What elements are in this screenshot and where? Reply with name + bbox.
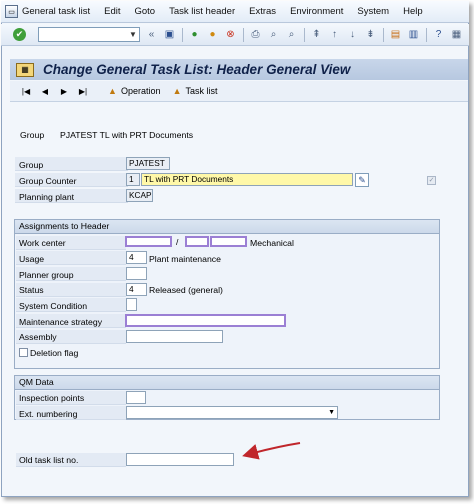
chevron-down-icon[interactable]: ▼ [127, 28, 139, 41]
menu-help[interactable]: Help [403, 6, 423, 17]
header-checkbox: ✓ [427, 176, 436, 185]
shortcut-icon[interactable]: ▥ [407, 28, 420, 41]
planning-plant-label: Planning plant [19, 192, 75, 202]
inspection-points-field[interactable] [126, 391, 146, 404]
menu-task-list-header[interactable]: Task list header [169, 6, 235, 17]
header-group-label: Group [20, 130, 45, 140]
last-record-icon[interactable]: ▶| [77, 87, 89, 96]
status-label: Status [19, 285, 44, 295]
assembly-label: Assembly [19, 332, 57, 342]
menu-extras[interactable]: Extras [249, 6, 276, 17]
group-counter-label: Group Counter [19, 176, 77, 186]
work-center-label: Work center [19, 238, 66, 248]
cancel-icon[interactable]: ⊗ [224, 28, 237, 41]
print-icon[interactable]: ⎙ [249, 28, 262, 41]
task-list-icon: ▦ [16, 62, 34, 77]
menu-system[interactable]: System [357, 6, 389, 17]
main-content: Group PJATEST TL with PRT Documents Grou… [10, 103, 468, 496]
planner-group-field[interactable] [126, 267, 147, 280]
new-session-icon[interactable]: ▤ [389, 28, 402, 41]
next-page-icon[interactable]: ↓ [346, 28, 359, 41]
back-icon[interactable]: ● [188, 28, 201, 41]
ext-numbering-label: Ext. numbering [19, 409, 78, 419]
work-center-text: Mechanical [250, 238, 294, 248]
assignments-group-title: Assignments to Header [15, 220, 439, 234]
menu-goto[interactable]: Goto [135, 6, 156, 17]
operation-button-label: Operation [121, 86, 161, 96]
usage-text: Plant maintenance [149, 254, 221, 264]
toolbar-separator [243, 27, 244, 42]
screen-title-bar: ▦ Change General Task List: Header Gener… [10, 59, 468, 80]
old-task-list-label: Old task list no. [19, 455, 79, 465]
toolbar-separator [182, 27, 183, 42]
group-label: Group [19, 160, 44, 170]
deletion-flag-label: Deletion flag [30, 348, 79, 358]
application-toolbar: |◀ ◀ ▶ ▶| ▲ Operation ▲ Task list [10, 81, 468, 102]
last-page-icon[interactable]: ⇟ [364, 28, 377, 41]
toolbar-separator [304, 27, 305, 42]
menu-environment[interactable]: Environment [290, 6, 343, 17]
assembly-field[interactable] [126, 330, 223, 343]
save-icon[interactable]: ▣ [163, 28, 176, 41]
task-list-button-label: Task list [185, 86, 218, 96]
mountain-icon: ▲ [172, 85, 182, 96]
system-condition-label: System Condition [19, 301, 88, 311]
menu-bar: ▭ General task list Edit Goto Task list … [1, 1, 469, 23]
status-field[interactable]: 4 [126, 283, 147, 296]
maintenance-strategy-label: Maintenance strategy [19, 317, 103, 327]
group-field[interactable]: PJATEST [126, 157, 170, 170]
group-counter-field[interactable]: 1 [126, 173, 140, 186]
planner-group-label: Planner group [19, 270, 74, 280]
enter-icon[interactable]: ✔ [13, 28, 26, 41]
long-text-icon[interactable]: ✎ [355, 173, 369, 187]
find-next-icon[interactable]: ⌕ [285, 28, 298, 41]
first-record-icon[interactable]: |◀ [20, 87, 32, 96]
header-group-value: PJATEST TL with PRT Documents [60, 130, 194, 140]
task-list-button[interactable]: ▲ Task list [171, 86, 218, 97]
command-field[interactable]: ▼ [38, 27, 140, 42]
previous-record-icon[interactable]: ◀ [39, 87, 51, 96]
toolbar-separator [426, 27, 427, 42]
usage-field[interactable]: 4 [126, 251, 147, 264]
standard-toolbar: ✔ ▼ « ▣ ● ● ⊗ ⎙ ⌕ ⌕ ⇞ ↑ ↓ ⇟ ▤ ▥ ? ▦ [1, 24, 469, 46]
mountain-icon: ▲ [108, 85, 117, 96]
prev-page-icon[interactable]: ↑ [328, 28, 341, 41]
next-record-icon[interactable]: ▶ [58, 87, 70, 96]
redacted-plant-text [210, 236, 247, 247]
redacted-plant [185, 236, 209, 247]
group-counter-description-field[interactable]: TL with PRT Documents [141, 173, 353, 186]
planning-plant-field[interactable]: KCAP [126, 189, 153, 202]
redacted-work-center [125, 236, 172, 247]
find-icon[interactable]: ⌕ [267, 28, 280, 41]
first-page-icon[interactable]: ⇞ [310, 28, 323, 41]
qm-data-group-title: QM Data [15, 376, 439, 390]
layout-icon[interactable]: ▦ [450, 28, 463, 41]
exit-icon[interactable]: ● [206, 28, 219, 41]
page-title: Change General Task List: Header General… [43, 62, 351, 77]
collapse-icon[interactable]: « [145, 28, 158, 41]
toolbar-separator [383, 27, 384, 42]
usage-label: Usage [19, 254, 45, 264]
menu-general-task-list[interactable]: General task list [22, 6, 90, 17]
old-task-list-field[interactable] [126, 453, 234, 466]
ext-numbering-select[interactable]: ▼ [126, 406, 338, 419]
chevron-down-icon[interactable]: ▼ [328, 407, 335, 418]
status-text: Released (general) [149, 285, 223, 295]
work-center-separator: / [176, 237, 179, 247]
help-icon[interactable]: ? [432, 28, 445, 41]
menu-edit[interactable]: Edit [104, 6, 120, 17]
operation-button[interactable]: ▲ Operation [106, 86, 161, 97]
window-menu-icon[interactable]: ▭ [5, 5, 18, 18]
inspection-points-label: Inspection points [19, 393, 85, 403]
system-condition-field[interactable] [126, 298, 137, 311]
deletion-flag-checkbox[interactable] [19, 348, 28, 357]
redacted-maintenance-strategy [125, 314, 286, 327]
